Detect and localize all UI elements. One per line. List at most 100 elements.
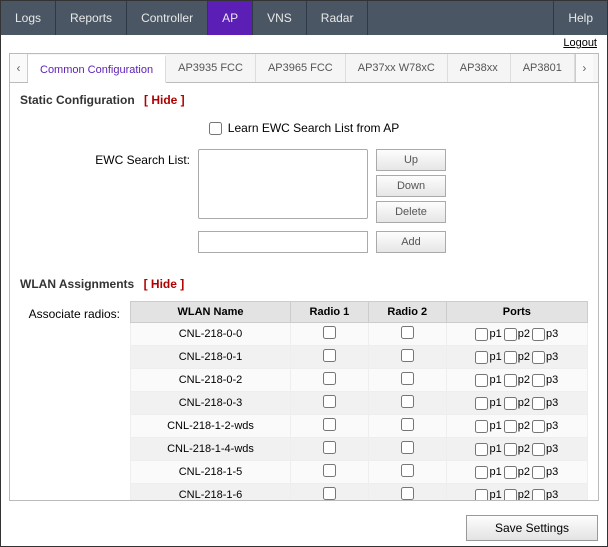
radio2-checkbox[interactable] <box>401 372 414 385</box>
save-settings-button[interactable]: Save Settings <box>466 515 598 541</box>
port-p2[interactable]: p2 <box>504 489 530 501</box>
p2-checkbox[interactable] <box>504 397 517 410</box>
p1-checkbox[interactable] <box>475 351 488 364</box>
logout-link[interactable]: Logout <box>563 37 597 49</box>
ports-cell: p1p2p3 <box>446 461 587 484</box>
port-p2[interactable]: p2 <box>504 466 530 479</box>
p2-checkbox[interactable] <box>504 420 517 433</box>
p1-checkbox[interactable] <box>475 374 488 387</box>
port-p3[interactable]: p3 <box>532 489 558 501</box>
nav-reports[interactable]: Reports <box>56 1 127 35</box>
port-p2[interactable]: p2 <box>504 328 530 341</box>
radio1-checkbox[interactable] <box>323 464 336 477</box>
tab-common-config[interactable]: Common Configuration <box>28 55 166 83</box>
nav-controller[interactable]: Controller <box>127 1 208 35</box>
port-p3[interactable]: p3 <box>532 374 558 387</box>
radio1-checkbox[interactable] <box>323 349 336 362</box>
port-p2[interactable]: p2 <box>504 397 530 410</box>
port-p1[interactable]: p1 <box>475 328 501 341</box>
wlan-name-cell: CNL-218-1-2-wds <box>131 415 291 438</box>
tab-scroll-left[interactable]: ‹ <box>10 54 28 82</box>
port-p3[interactable]: p3 <box>532 443 558 456</box>
learn-checkbox[interactable] <box>209 122 222 135</box>
p3-checkbox[interactable] <box>532 351 545 364</box>
port-p2[interactable]: p2 <box>504 374 530 387</box>
p3-checkbox[interactable] <box>532 489 545 501</box>
radio1-checkbox[interactable] <box>323 487 336 500</box>
static-config-hide[interactable]: [ Hide ] <box>144 93 185 107</box>
p2-checkbox[interactable] <box>504 489 517 501</box>
port-p1[interactable]: p1 <box>475 397 501 410</box>
radio2-checkbox[interactable] <box>401 418 414 431</box>
tab-ap3935[interactable]: AP3935 FCC <box>166 54 256 82</box>
radio2-checkbox[interactable] <box>401 464 414 477</box>
ports-cell: p1p2p3 <box>446 415 587 438</box>
port-p1[interactable]: p1 <box>475 466 501 479</box>
p1-checkbox[interactable] <box>475 466 488 479</box>
port-p3[interactable]: p3 <box>532 328 558 341</box>
nav-spacer <box>368 1 553 35</box>
port-p3[interactable]: p3 <box>532 397 558 410</box>
p1-checkbox[interactable] <box>475 420 488 433</box>
radio1-checkbox[interactable] <box>323 441 336 454</box>
ewc-add-input[interactable] <box>198 231 368 253</box>
wlan-hide[interactable]: [ Hide ] <box>144 277 185 291</box>
port-p1[interactable]: p1 <box>475 374 501 387</box>
port-p1[interactable]: p1 <box>475 489 501 501</box>
p1-checkbox[interactable] <box>475 397 488 410</box>
tab-ap3801[interactable]: AP3801 <box>511 54 575 82</box>
p3-checkbox[interactable] <box>532 443 545 456</box>
radio2-checkbox[interactable] <box>401 326 414 339</box>
port-p3[interactable]: p3 <box>532 351 558 364</box>
table-row: CNL-218-1-6p1p2p3 <box>131 484 588 501</box>
tab-ap3965[interactable]: AP3965 FCC <box>256 54 346 82</box>
port-p1[interactable]: p1 <box>475 420 501 433</box>
nav-radar[interactable]: Radar <box>307 1 369 35</box>
p2-checkbox[interactable] <box>504 328 517 341</box>
port-p2[interactable]: p2 <box>504 443 530 456</box>
up-button[interactable]: Up <box>376 149 446 171</box>
radio1-checkbox[interactable] <box>323 372 336 385</box>
radio2-checkbox[interactable] <box>401 487 414 500</box>
p2-checkbox[interactable] <box>504 466 517 479</box>
radio2-checkbox[interactable] <box>401 395 414 408</box>
port-p1[interactable]: p1 <box>475 443 501 456</box>
table-row: CNL-218-0-1p1p2p3 <box>131 346 588 369</box>
p1-checkbox[interactable] <box>475 443 488 456</box>
col-radio1: Radio 1 <box>291 302 369 323</box>
radio1-checkbox[interactable] <box>323 418 336 431</box>
add-button[interactable]: Add <box>376 231 446 253</box>
radio2-checkbox[interactable] <box>401 441 414 454</box>
delete-button[interactable]: Delete <box>376 201 446 223</box>
nav-vns[interactable]: VNS <box>253 1 307 35</box>
table-row: CNL-218-1-5p1p2p3 <box>131 461 588 484</box>
p1-checkbox[interactable] <box>475 489 488 501</box>
col-radio2: Radio 2 <box>368 302 446 323</box>
port-p2[interactable]: p2 <box>504 420 530 433</box>
p2-checkbox[interactable] <box>504 351 517 364</box>
port-p3[interactable]: p3 <box>532 420 558 433</box>
radio1-checkbox[interactable] <box>323 326 336 339</box>
p2-checkbox[interactable] <box>504 374 517 387</box>
nav-logs[interactable]: Logs <box>1 1 56 35</box>
port-p3[interactable]: p3 <box>532 466 558 479</box>
nav-ap[interactable]: AP <box>208 1 253 35</box>
tab-ap37xx[interactable]: AP37xx W78xC <box>346 54 448 82</box>
p3-checkbox[interactable] <box>532 466 545 479</box>
radio2-checkbox[interactable] <box>401 349 414 362</box>
p3-checkbox[interactable] <box>532 328 545 341</box>
port-p2[interactable]: p2 <box>504 351 530 364</box>
tab-ap38xx[interactable]: AP38xx <box>448 54 511 82</box>
ewc-search-list[interactable] <box>198 149 368 219</box>
nav-help[interactable]: Help <box>553 1 607 35</box>
p3-checkbox[interactable] <box>532 374 545 387</box>
port-p1[interactable]: p1 <box>475 351 501 364</box>
p3-checkbox[interactable] <box>532 420 545 433</box>
scroll-area[interactable]: Static Configuration [ Hide ] Learn EWC … <box>10 83 598 500</box>
tab-scroll-right[interactable]: › <box>575 54 593 82</box>
down-button[interactable]: Down <box>376 175 446 197</box>
p2-checkbox[interactable] <box>504 443 517 456</box>
p1-checkbox[interactable] <box>475 328 488 341</box>
radio1-checkbox[interactable] <box>323 395 336 408</box>
p3-checkbox[interactable] <box>532 397 545 410</box>
